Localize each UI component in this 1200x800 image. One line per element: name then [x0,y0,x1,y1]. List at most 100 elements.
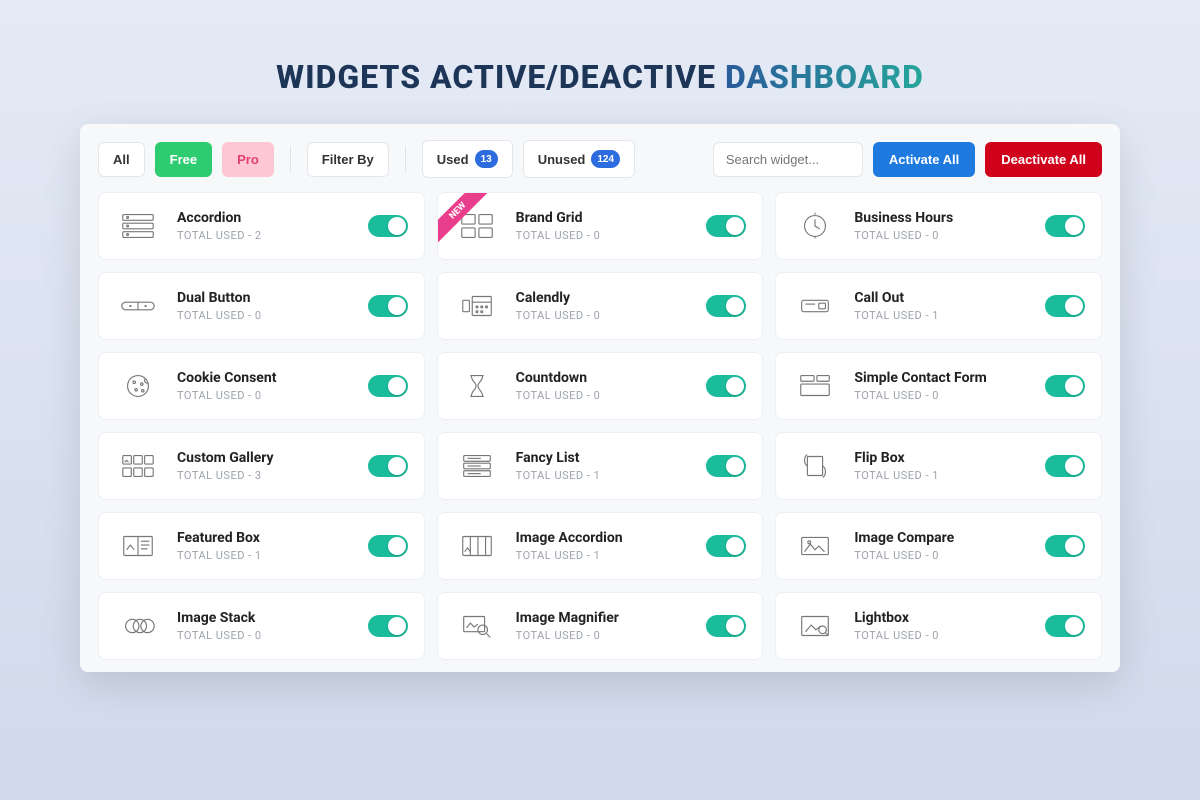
filter-free-button[interactable]: Free [155,142,212,177]
magnifier-icon [454,607,500,645]
widget-toggle[interactable] [368,215,408,237]
widget-toggle[interactable] [1045,215,1085,237]
widget-card: Image Stack TOTAL USED - 0 [98,592,425,660]
widget-card: Countdown TOTAL USED - 0 [437,352,764,420]
filter-unused-button[interactable]: Unused 124 [523,140,635,178]
widget-total-used: TOTAL USED - 0 [854,229,1029,242]
widget-card: CalendlyTOTAL USED - 0 [437,272,764,340]
widget-toggle[interactable] [706,215,746,237]
widget-toggle[interactable] [1045,615,1085,637]
widget-meta: Image Stack TOTAL USED - 0 [177,610,352,642]
widget-meta: Custom Gallery TOTAL USED - 3 [177,450,352,482]
widget-name: Brand Grid [516,210,691,226]
image-compare-icon [792,527,838,565]
widget-total-used: TOTAL USED - 0 [854,549,1029,562]
widget-card: Featured BoxTOTAL USED - 1 [98,512,425,580]
widget-toggle[interactable] [706,615,746,637]
widget-card: Custom Gallery TOTAL USED - 3 [98,432,425,500]
widget-toggle[interactable] [368,295,408,317]
widget-meta: Lightbox TOTAL USED - 0 [854,610,1029,642]
activate-all-button[interactable]: Activate All [873,142,975,177]
widget-meta: Featured BoxTOTAL USED - 1 [177,530,352,562]
gallery-icon [115,447,161,485]
widget-toggle[interactable] [368,375,408,397]
widget-total-used: TOTAL USED - 1 [516,549,691,562]
image-accordion-icon [454,527,500,565]
widget-card: Image CompareTOTAL USED - 0 [775,512,1102,580]
widget-toggle[interactable] [706,535,746,557]
calendar-icon [454,287,500,325]
widget-total-used: TOTAL USED - 0 [177,309,352,322]
widget-total-used: TOTAL USED - 0 [516,389,691,402]
toolbar-separator [405,146,406,172]
widget-toggle[interactable] [1045,535,1085,557]
widget-meta: Brand Grid TOTAL USED - 0 [516,210,691,242]
new-ribbon: NEW [438,193,494,249]
hourglass-icon [454,367,500,405]
widget-name: Dual Button [177,290,352,306]
filter-by-button[interactable]: Filter By [307,142,389,177]
widget-total-used: TOTAL USED - 0 [854,629,1029,642]
widget-toggle[interactable] [1045,375,1085,397]
widget-name: Simple Contact Form [854,370,1029,386]
cookie-icon [115,367,161,405]
widget-card: NEW Brand Grid TOTAL USED - 0 [437,192,764,260]
filter-used-button[interactable]: Used 13 [422,140,513,178]
widget-grid: AccordionTOTAL USED - 2NEW Brand Grid TOTA… [92,192,1108,660]
widget-toggle[interactable] [1045,455,1085,477]
widget-toggle[interactable] [368,455,408,477]
widget-total-used: TOTAL USED - 0 [516,629,691,642]
widget-total-used: TOTAL USED - 0 [516,309,691,322]
page-title-accent: DASHBOARD [725,58,924,96]
deactivate-all-button[interactable]: Deactivate All [985,142,1102,177]
widget-card: Simple Contact FormTOTAL USED - 0 [775,352,1102,420]
widget-toggle[interactable] [368,535,408,557]
widget-meta: Image Magnifier TOTAL USED - 0 [516,610,691,642]
widget-name: Image Stack [177,610,352,626]
widget-total-used: TOTAL USED - 0 [516,229,691,242]
widget-name: Image Magnifier [516,610,691,626]
widget-name: Flip Box [854,450,1029,466]
lightbox-icon [792,607,838,645]
widget-meta: Business Hours TOTAL USED - 0 [854,210,1029,242]
widget-card: Flip Box TOTAL USED - 1 [775,432,1102,500]
search-input[interactable] [713,142,863,177]
filter-all-button[interactable]: All [98,142,145,177]
used-count-badge: 13 [475,150,498,168]
widget-card: AccordionTOTAL USED - 2 [98,192,425,260]
new-ribbon-label: NEW [438,193,492,245]
toolbar-separator [290,146,291,172]
widget-name: Business Hours [854,210,1029,226]
widget-meta: Call Out TOTAL USED - 1 [854,290,1029,322]
widget-total-used: TOTAL USED - 1 [854,469,1029,482]
widget-name: Call Out [854,290,1029,306]
widget-toggle[interactable] [706,375,746,397]
widget-name: Featured Box [177,530,352,546]
toolbar: All Free Pro Filter By Used 13 Unused 12… [92,140,1108,192]
widget-toggle[interactable] [706,455,746,477]
form-icon [792,367,838,405]
accordion-icon [115,207,161,245]
widget-toggle[interactable] [1045,295,1085,317]
widget-total-used: TOTAL USED - 1 [516,469,691,482]
widget-card: Call Out TOTAL USED - 1 [775,272,1102,340]
widget-name: Image Accordion [516,530,691,546]
widget-meta: Dual Button TOTAL USED - 0 [177,290,352,322]
filter-pro-button[interactable]: Pro [222,142,274,177]
widget-total-used: TOTAL USED - 0 [177,629,352,642]
widget-toggle[interactable] [706,295,746,317]
widget-total-used: TOTAL USED - 3 [177,469,352,482]
widget-name: Countdown [516,370,691,386]
widget-name: Lightbox [854,610,1029,626]
dashboard-panel: All Free Pro Filter By Used 13 Unused 12… [80,124,1120,672]
featured-icon [115,527,161,565]
widget-card: Lightbox TOTAL USED - 0 [775,592,1102,660]
widget-meta: Countdown TOTAL USED - 0 [516,370,691,402]
widget-meta: Fancy List TOTAL USED - 1 [516,450,691,482]
widget-name: Custom Gallery [177,450,352,466]
unused-label: Unused [538,152,586,167]
widget-name: Cookie Consent [177,370,352,386]
widget-total-used: TOTAL USED - 1 [854,309,1029,322]
widget-toggle[interactable] [368,615,408,637]
widget-name: Fancy List [516,450,691,466]
